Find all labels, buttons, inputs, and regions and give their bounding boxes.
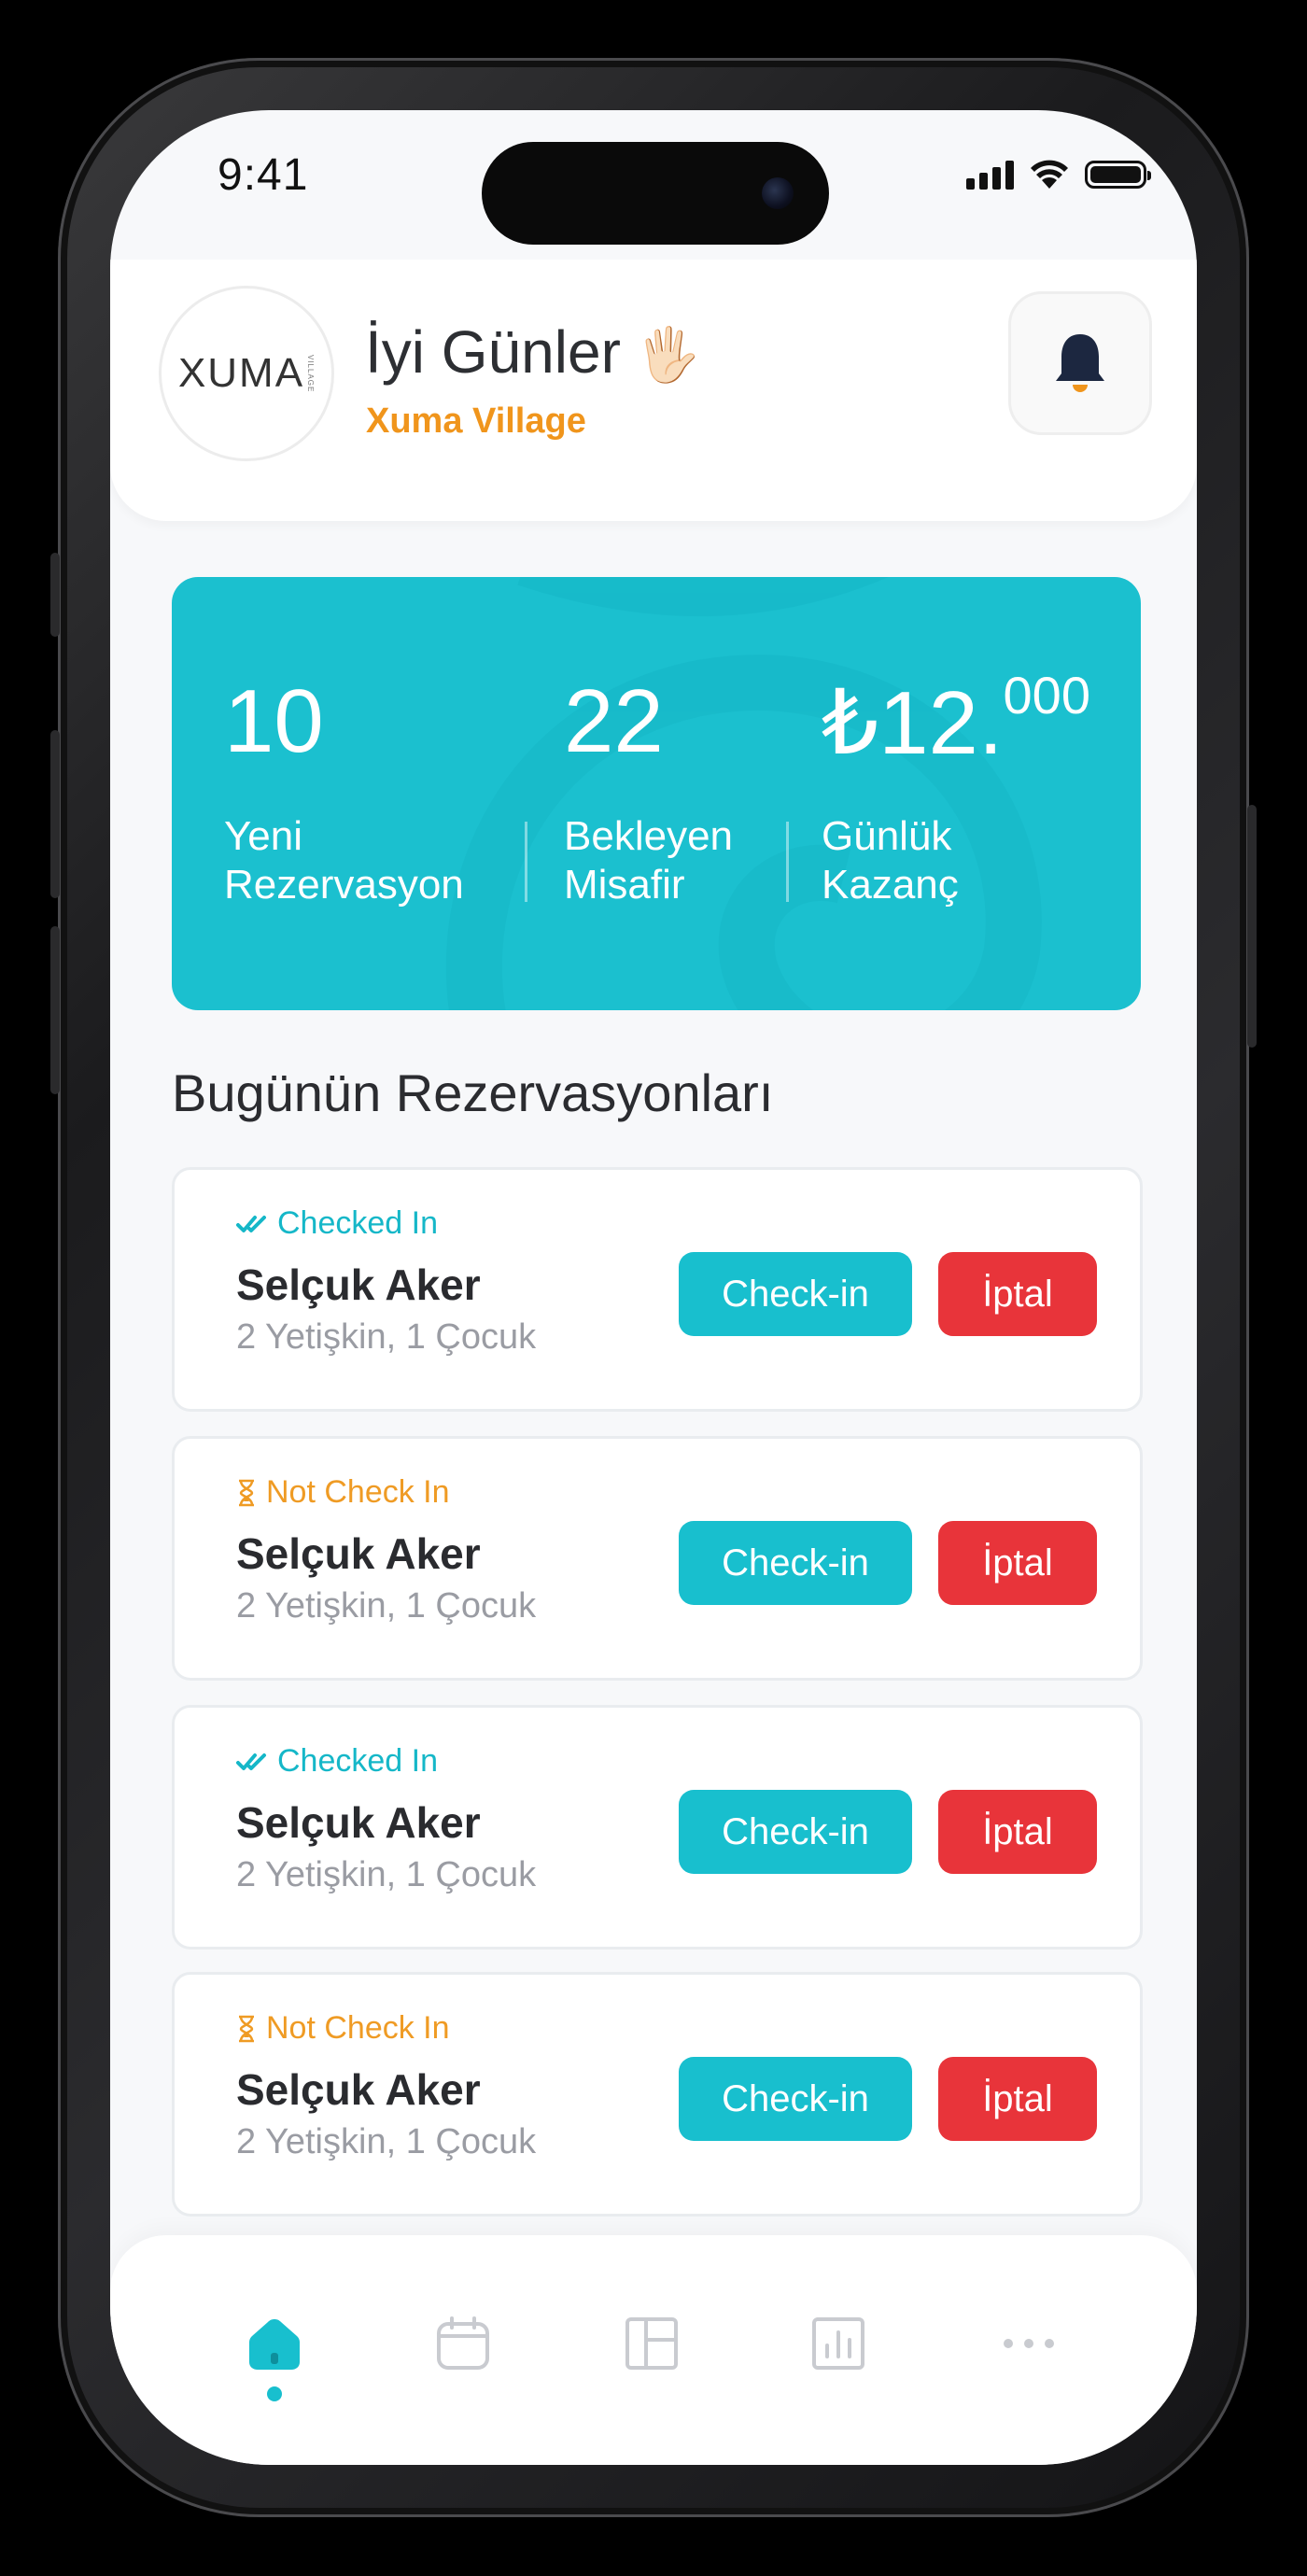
waiting-guests-label: Bekleyen Misafir	[564, 813, 734, 908]
guest-count: 2 Yetişkin, 1 Çocuk	[236, 1855, 537, 1894]
reservation-status: Not Check In	[236, 2010, 450, 2047]
section-title: Bugünün Rezervasyonları	[172, 1063, 774, 1122]
double-check-icon	[236, 1753, 266, 1770]
reservation-card[interactable]: Checked In Selçuk Aker 2 Yetişkin, 1 Çoc…	[172, 1705, 1143, 1950]
more-icon	[1004, 2339, 1054, 2348]
greeting-text: İyi Günler	[365, 318, 621, 386]
waving-hand-icon: 🖐🏻	[635, 325, 701, 384]
volume-down-button	[50, 926, 60, 1094]
home-icon	[249, 2319, 300, 2370]
stats-card: 10 Yeni Rezervasyon 22 Bekleyen Misafir ₺1…	[172, 577, 1141, 1010]
guest-count: 2 Yetişkin, 1 Çocuk	[236, 2122, 537, 2161]
check-in-button[interactable]: Check-in	[679, 2057, 912, 2141]
logo-subtext: VILLAGE	[306, 354, 316, 393]
check-in-button[interactable]: Check-in	[679, 1790, 912, 1874]
guest-count: 2 Yetişkin, 1 Çocuk	[236, 1317, 537, 1357]
stat-divider	[525, 822, 527, 902]
dynamic-island	[482, 142, 829, 245]
active-indicator	[267, 2386, 282, 2401]
new-reservations-value: 10	[224, 671, 324, 771]
nav-calendar[interactable]	[426, 2306, 500, 2381]
power-button	[1247, 805, 1257, 1048]
waiting-guests-value: 22	[564, 671, 664, 771]
app-header: XUMA VILLAGE İyi Günler 🖐🏻 Xuma Village	[110, 260, 1197, 521]
check-in-button[interactable]: Check-in	[679, 1252, 912, 1336]
cancel-button[interactable]: İptal	[938, 1252, 1097, 1336]
notifications-button[interactable]	[1008, 291, 1152, 435]
cancel-button[interactable]: İptal	[938, 2057, 1097, 2141]
layout-icon	[625, 2317, 678, 2370]
cancel-button[interactable]: İptal	[938, 1521, 1097, 1605]
reservation-status: Not Check In	[236, 1474, 450, 1511]
double-check-icon	[236, 1215, 266, 1232]
bottom-nav	[110, 2235, 1197, 2465]
battery-icon	[1085, 161, 1151, 189]
nav-home[interactable]	[237, 2306, 312, 2381]
greeting: İyi Günler 🖐🏻	[365, 317, 701, 387]
action-button	[50, 553, 60, 637]
guest-name: Selçuk Aker	[236, 1529, 481, 1578]
reservation-status: Checked In	[236, 1205, 438, 1242]
reservation-status: Checked In	[236, 1743, 438, 1780]
swirl-decoration	[445, 577, 1042, 1010]
reservation-card[interactable]: Checked In Selçuk Aker 2 Yetişkin, 1 Çoc…	[172, 1167, 1143, 1412]
app-screen: 9:41 XUMA VILLAGE İyi Günler 🖐🏻 Xuma Vill…	[110, 110, 1197, 2465]
calendar-icon	[437, 2316, 489, 2370]
camera-icon	[762, 177, 794, 209]
cancel-button[interactable]: İptal	[938, 1790, 1097, 1874]
guest-count: 2 Yetişkin, 1 Çocuk	[236, 1586, 537, 1626]
guest-name: Selçuk Aker	[236, 2065, 481, 2114]
new-reservations-label: Yeni Rezervasyon	[224, 813, 464, 908]
hourglass-icon	[239, 2015, 254, 2042]
chart-icon	[812, 2317, 864, 2370]
business-name: Xuma Village	[366, 401, 586, 441]
daily-earnings-label: Günlük Kazanç	[822, 813, 959, 908]
nav-more[interactable]	[991, 2306, 1066, 2381]
bell-icon	[1056, 334, 1104, 392]
nav-reports[interactable]	[801, 2306, 876, 2381]
nav-layout[interactable]	[614, 2306, 689, 2381]
daily-earnings-value: ₺12.000	[822, 666, 1090, 773]
reservation-card[interactable]: Not Check In Selçuk Aker 2 Yetişkin, 1 Ç…	[172, 1972, 1143, 2217]
volume-up-button	[50, 730, 60, 898]
check-in-button[interactable]: Check-in	[679, 1521, 912, 1605]
guest-name: Selçuk Aker	[236, 1798, 481, 1847]
logo-text: XUMA	[177, 350, 305, 396]
wifi-icon	[1031, 160, 1068, 189]
status-time: 9:41	[218, 150, 309, 200]
status-icons	[966, 159, 1151, 190]
stat-divider	[786, 822, 789, 902]
reservation-card[interactable]: Not Check In Selçuk Aker 2 Yetişkin, 1 Ç…	[172, 1436, 1143, 1681]
hourglass-icon	[239, 1479, 254, 1506]
business-logo: XUMA VILLAGE	[159, 286, 334, 461]
guest-name: Selçuk Aker	[236, 1260, 481, 1309]
signal-icon	[966, 160, 1014, 190]
